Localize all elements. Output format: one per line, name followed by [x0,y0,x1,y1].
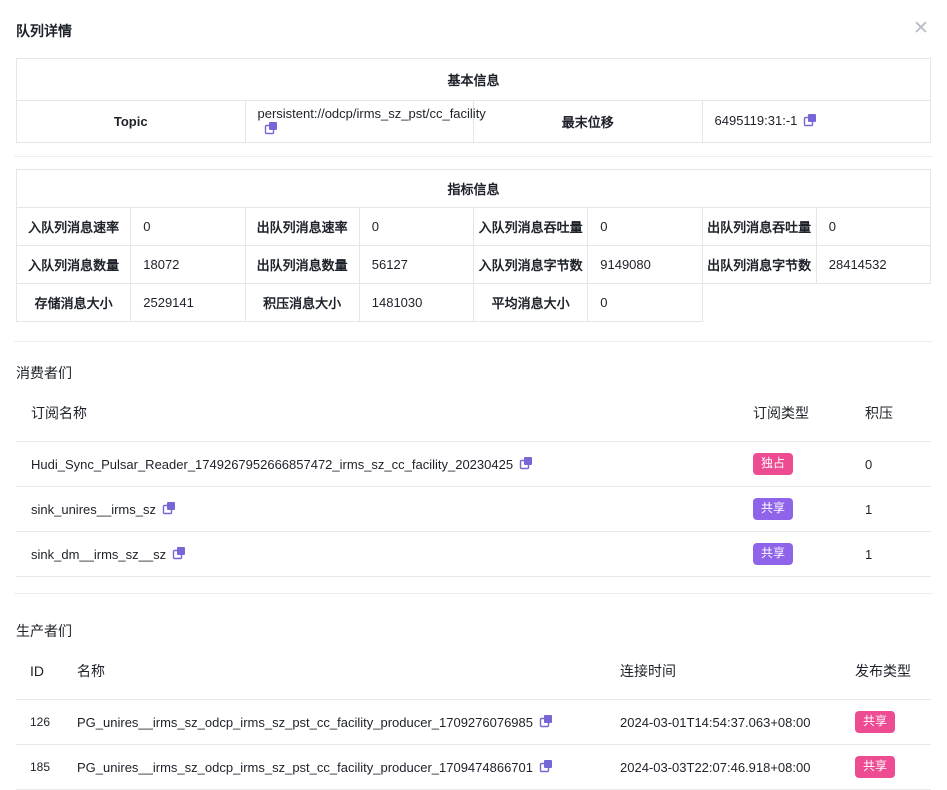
metric-label: 出队列消息数量 [245,246,359,284]
metric-value: 0 [816,208,930,246]
producer-id: 126 [16,715,77,729]
topic-value: persistent://odcp/irms_sz_pst/cc_facilit… [258,106,486,121]
table-row: 126 PG_unires__irms_sz_odcp_irms_sz_pst_… [16,700,931,745]
section-divider [14,341,933,342]
publish-type-badge: 共享 [855,756,895,778]
copy-icon[interactable] [519,456,533,473]
metric-label: 存储消息大小 [17,284,131,322]
producers-table: ID 名称 连接时间 发布类型 126 PG_unires__irms_sz_o… [16,641,931,790]
backlog-value: 0 [865,457,931,472]
copy-icon[interactable] [539,714,553,731]
basic-info-table: 基本信息 Topic persistent://odcp/irms_sz_pst… [16,58,931,143]
metric-value: 28414532 [816,246,930,284]
publish-type-badge: 共享 [855,711,895,733]
column-header-backlog: 积压 [865,403,931,423]
offset-label: 最末位移 [474,101,703,143]
metric-label: 出队列消息速率 [245,208,359,246]
topic-label: Topic [17,101,246,143]
metrics-table: 指标信息 入队列消息速率 0 出队列消息速率 0 入队列消息吞吐量 0 出队列消… [16,169,931,322]
table-row: 185 PG_unires__irms_sz_odcp_irms_sz_pst_… [16,745,931,790]
copy-icon[interactable] [172,546,186,563]
producer-connect-time: 2024-03-01T14:54:37.063+08:00 [620,715,855,730]
metric-value: 56127 [359,246,473,284]
column-header-name: 名称 [77,661,620,681]
table-row: 入队列消息数量 18072 出队列消息数量 56127 入队列消息字节数 914… [17,246,931,284]
table-row: 入队列消息速率 0 出队列消息速率 0 入队列消息吞吐量 0 出队列消息吞吐量 … [17,208,931,246]
metric-value: 0 [131,208,245,246]
column-header-subscription-name: 订阅名称 [16,403,753,423]
copy-icon[interactable] [539,759,553,776]
copy-icon[interactable] [803,113,817,130]
metric-value: 0 [359,208,473,246]
consumers-table: 订阅名称 订阅类型 积压 Hudi_Sync_Pulsar_Reader_174… [16,383,931,577]
producer-name: PG_unires__irms_sz_odcp_irms_sz_pst_cc_f… [77,760,533,775]
column-header-publish-type: 发布类型 [855,661,931,681]
subscription-type-badge: 共享 [753,498,793,520]
subscription-type-badge: 独占 [753,453,793,475]
metric-label: 入队列消息字节数 [474,246,588,284]
metric-label: 出队列消息吞吐量 [702,208,816,246]
column-header-id: ID [16,663,77,679]
close-icon[interactable]: ✕ [909,16,933,40]
metric-label: 出队列消息字节数 [702,246,816,284]
consumers-section-title: 消费者们 [16,363,931,383]
modal-header: 队列详情 ✕ [0,0,947,58]
consumers-header-row: 订阅名称 订阅类型 积压 [16,383,931,442]
subscription-name: Hudi_Sync_Pulsar_Reader_1749267952666857… [31,457,513,472]
subscription-name: sink_dm__irms_sz__sz [31,547,166,562]
section-divider [14,156,933,157]
producer-name: PG_unires__irms_sz_odcp_irms_sz_pst_cc_f… [77,715,533,730]
offset-value: 6495119:31:-1 [715,113,798,128]
queue-detail-modal: 队列详情 ✕ 基本信息 Topic persistent://odcp/irms… [0,0,947,779]
copy-icon[interactable] [162,501,176,518]
metric-label: 入队列消息数量 [17,246,131,284]
copy-icon[interactable] [264,121,278,138]
table-row: 存储消息大小 2529141 积压消息大小 1481030 平均消息大小 0 [17,284,931,322]
producers-header-row: ID 名称 连接时间 发布类型 [16,641,931,700]
metric-label: 平均消息大小 [474,284,588,322]
backlog-value: 1 [865,547,931,562]
offset-value-cell: 6495119:31:-1 [702,101,931,143]
metric-value: 0 [588,208,702,246]
producers-section-title: 生产者们 [16,621,931,641]
subscription-name: sink_unires__irms_sz [31,502,156,517]
page-title: 队列详情 [16,23,72,39]
metric-value: 2529141 [131,284,245,322]
backlog-value: 1 [865,502,931,517]
metric-value: 0 [588,284,702,322]
table-row: sink_dm__irms_sz__sz 共享 1 [16,532,931,577]
metric-value: 9149080 [588,246,702,284]
metric-label: 入队列消息吞吐量 [474,208,588,246]
topic-value-cell: persistent://odcp/irms_sz_pst/cc_facilit… [245,101,474,143]
column-header-subscription-type: 订阅类型 [753,403,865,423]
table-row: Hudi_Sync_Pulsar_Reader_1749267952666857… [16,442,931,487]
metric-label: 积压消息大小 [245,284,359,322]
column-header-connect-time: 连接时间 [620,661,855,681]
metric-value: 1481030 [359,284,473,322]
table-row: Topic persistent://odcp/irms_sz_pst/cc_f… [17,101,931,143]
basic-info-section-title: 基本信息 [17,59,931,101]
section-divider [14,593,933,594]
metric-label: 入队列消息速率 [17,208,131,246]
subscription-type-badge: 共享 [753,543,793,565]
metric-value: 18072 [131,246,245,284]
metrics-section-title: 指标信息 [17,170,931,208]
table-row: sink_unires__irms_sz 共享 1 [16,487,931,532]
empty-cell [702,284,931,322]
producer-id: 185 [16,760,77,774]
producer-connect-time: 2024-03-03T22:07:46.918+08:00 [620,760,855,775]
